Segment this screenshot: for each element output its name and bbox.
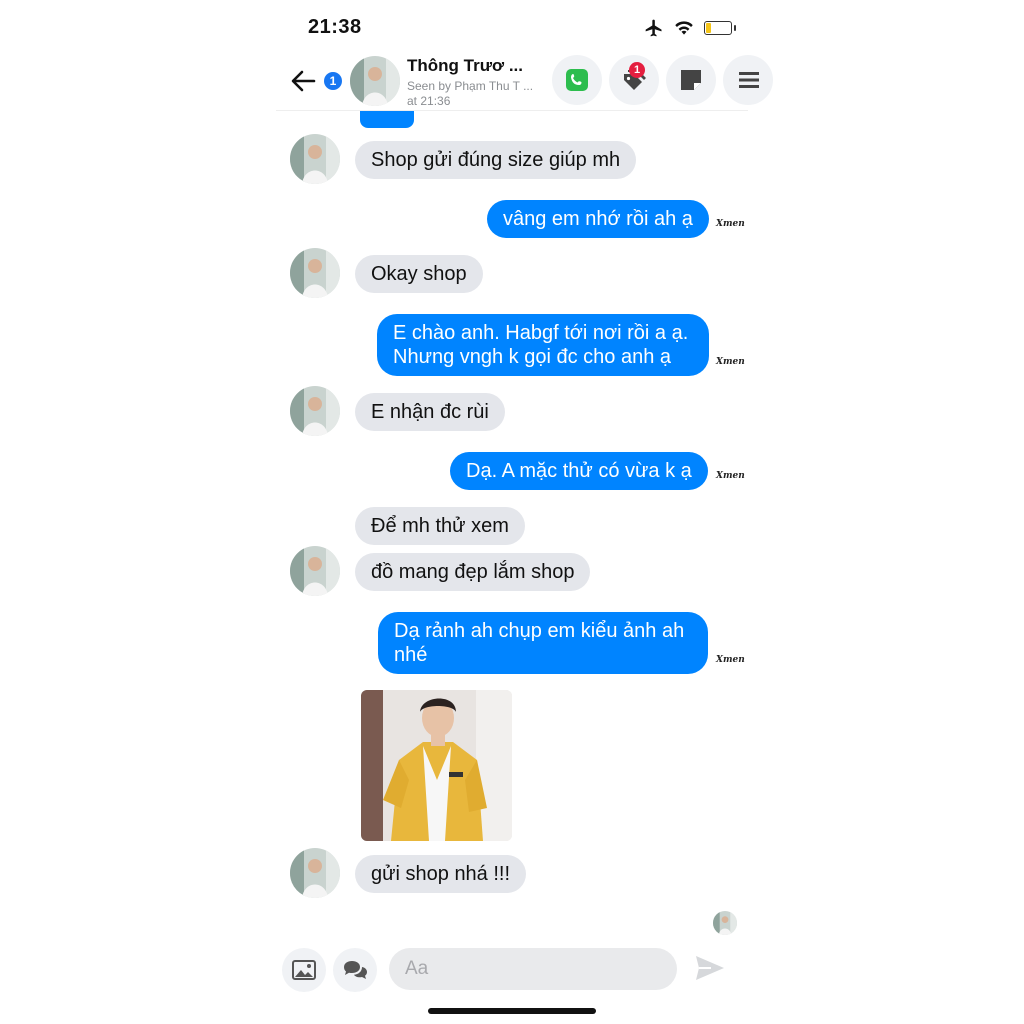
menu-icon bbox=[739, 72, 759, 88]
contact-avatar[interactable] bbox=[350, 56, 400, 106]
tags-badge: 1 bbox=[629, 62, 645, 78]
message-line: Nhưng vngh k gọi đc cho anh ạ bbox=[393, 346, 672, 368]
home-indicator bbox=[428, 1008, 596, 1014]
call-button[interactable] bbox=[552, 55, 602, 105]
chat-bubbles-icon bbox=[344, 961, 367, 979]
message-incoming[interactable]: Okay shop bbox=[355, 255, 483, 293]
message-line: nhé bbox=[394, 644, 428, 666]
phone-icon bbox=[566, 69, 588, 91]
shared-photo[interactable] bbox=[361, 690, 512, 841]
message-incoming[interactable]: E nhận đc rùi bbox=[355, 393, 505, 431]
read-receipt-avatar bbox=[713, 911, 737, 935]
gallery-button[interactable] bbox=[282, 948, 326, 992]
message-incoming[interactable]: Shop gửi đúng size giúp mh bbox=[355, 141, 637, 179]
seen-status: Seen by Phạm Thu T ... at 21:36 bbox=[407, 79, 533, 109]
message-input[interactable]: Aa bbox=[389, 948, 677, 990]
contact-avatar-small[interactable] bbox=[290, 848, 340, 898]
watermark-logo: Xmen bbox=[716, 219, 745, 229]
message-line: E chào anh. Habgf tới nơi rồi a ạ. bbox=[393, 322, 689, 344]
seen-time: at 21:36 bbox=[407, 94, 451, 108]
airplane-icon bbox=[645, 19, 662, 37]
wifi-icon bbox=[675, 21, 693, 35]
tags-button[interactable]: 1 bbox=[609, 55, 659, 105]
note-icon bbox=[681, 70, 701, 90]
message-outgoing[interactable]: vâng em nhớ rồi ah ạ bbox=[487, 200, 709, 238]
quick-reply-button[interactable] bbox=[333, 948, 377, 992]
image-icon bbox=[292, 960, 316, 980]
status-time: 21:38 bbox=[308, 16, 362, 38]
contact-avatar-small[interactable] bbox=[290, 546, 340, 596]
contact-avatar-small[interactable] bbox=[290, 248, 340, 298]
contact-avatar-small[interactable] bbox=[290, 386, 340, 436]
status-bar: 21:38 bbox=[276, 0, 748, 52]
message-incoming[interactable]: đồ mang đẹp lắm shop bbox=[355, 553, 591, 591]
status-icons bbox=[644, 18, 736, 38]
message-incoming[interactable]: gửi shop nhá !!! bbox=[355, 855, 527, 893]
messenger-screen: 21:38 1 Thông Trươ ... Seen by Phạm Thu … bbox=[276, 0, 773, 1024]
message-outgoing[interactable]: Dạ rảnh ah chụp em kiểu ảnh ah nhé bbox=[378, 612, 708, 674]
watermark-logo: Xmen bbox=[716, 357, 745, 367]
message-outgoing[interactable]: Dạ. A mặc thử có vừa k ạ bbox=[450, 452, 708, 490]
message-incoming[interactable]: Để mh thử xem bbox=[355, 507, 525, 545]
contact-avatar-small[interactable] bbox=[290, 134, 340, 184]
send-icon[interactable] bbox=[694, 954, 726, 982]
note-button[interactable] bbox=[666, 55, 716, 105]
message-line: Dạ rảnh ah chụp em kiểu ảnh ah bbox=[394, 620, 685, 642]
previous-message-fragment bbox=[360, 108, 414, 128]
watermark-logo: Xmen bbox=[716, 471, 745, 481]
back-arrow-icon[interactable] bbox=[288, 66, 318, 96]
battery-icon bbox=[704, 21, 736, 35]
chat-header: 1 Thông Trươ ... Seen by Phạm Thu T ... … bbox=[276, 52, 773, 111]
seen-by-text: Seen by Phạm Thu T ... bbox=[407, 79, 534, 93]
message-composer: Aa bbox=[276, 946, 748, 994]
watermark-logo: Xmen bbox=[716, 655, 745, 665]
unread-badge: 1 bbox=[324, 72, 342, 90]
message-outgoing[interactable]: E chào anh. Habgf tới nơi rồi a ạ. Nhưng… bbox=[377, 314, 709, 376]
menu-button[interactable] bbox=[723, 55, 773, 105]
contact-name[interactable]: Thông Trươ ... bbox=[407, 56, 523, 76]
